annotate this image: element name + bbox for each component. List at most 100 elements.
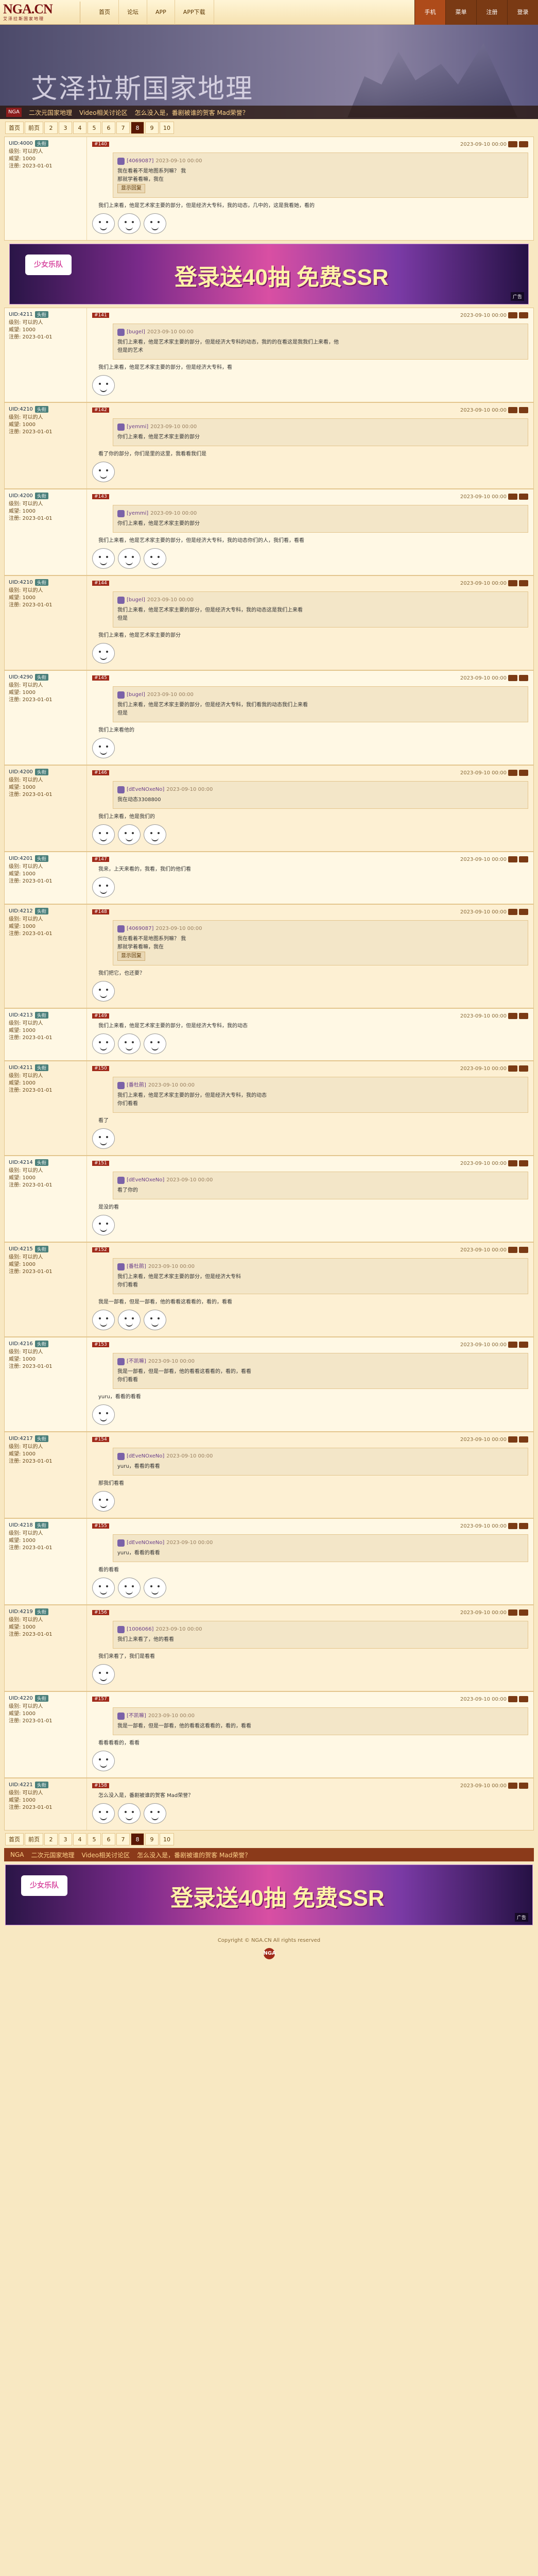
- user-uid[interactable]: UID:4218: [9, 1522, 33, 1528]
- user-uid[interactable]: UID:4216: [9, 1341, 33, 1347]
- pager-page[interactable]: 7: [116, 1833, 130, 1845]
- more-icon[interactable]: [519, 312, 528, 318]
- more-icon[interactable]: [519, 909, 528, 915]
- pager-first[interactable]: 首页: [5, 1833, 24, 1845]
- reply-icon[interactable]: [508, 312, 517, 318]
- pager-first[interactable]: 首页: [5, 122, 24, 134]
- more-icon[interactable]: [519, 141, 528, 147]
- quote-author[interactable]: [dEveNOxeNo]: [127, 1176, 164, 1184]
- quote-author[interactable]: [dEveNOxeNo]: [127, 1452, 164, 1461]
- reply-icon[interactable]: [508, 141, 517, 147]
- user-uid[interactable]: UID:4200: [9, 769, 33, 775]
- reply-icon[interactable]: [508, 1160, 517, 1166]
- quote-author[interactable]: [yemmi]: [127, 510, 148, 518]
- more-icon[interactable]: [519, 494, 528, 500]
- quote-author[interactable]: [bugel]: [127, 328, 145, 336]
- breadcrumb-board[interactable]: 二次元国家地理: [31, 1851, 74, 1859]
- pager-page[interactable]: 3: [59, 122, 72, 134]
- pager-page[interactable]: 6: [102, 122, 115, 134]
- more-icon[interactable]: [519, 407, 528, 413]
- floor-number[interactable]: #148: [92, 909, 109, 914]
- reply-icon[interactable]: [508, 580, 517, 586]
- quote-author[interactable]: [番杜鹃]: [127, 1263, 146, 1271]
- nav-app[interactable]: APP: [147, 0, 175, 25]
- reply-icon[interactable]: [508, 1783, 517, 1789]
- user-uid[interactable]: UID:4219: [9, 1609, 33, 1615]
- more-icon[interactable]: [519, 1065, 528, 1072]
- floor-number[interactable]: #154: [92, 1437, 109, 1442]
- pager-page-current[interactable]: 8: [131, 1833, 144, 1845]
- floor-number[interactable]: #153: [92, 1342, 109, 1347]
- user-uid[interactable]: UID:4220: [9, 1696, 33, 1701]
- floor-number[interactable]: #144: [92, 581, 109, 586]
- user-uid[interactable]: UID:4213: [9, 1012, 33, 1018]
- more-icon[interactable]: [519, 580, 528, 586]
- pager-page[interactable]: 4: [73, 1833, 86, 1845]
- pager-prev[interactable]: 前页: [25, 1833, 43, 1845]
- floor-number[interactable]: #147: [92, 857, 109, 862]
- more-icon[interactable]: [519, 1013, 528, 1019]
- more-icon[interactable]: [519, 1609, 528, 1616]
- floor-number[interactable]: #141: [92, 313, 109, 318]
- reply-icon[interactable]: [508, 675, 517, 681]
- user-uid[interactable]: UID:4211: [9, 1065, 33, 1071]
- user-uid[interactable]: UID:4217: [9, 1436, 33, 1442]
- quote-author[interactable]: [4069087]: [127, 157, 153, 165]
- user-uid[interactable]: UID:4212: [9, 908, 33, 914]
- breadcrumb-sub[interactable]: Video相关讨论区: [79, 108, 128, 117]
- floor-number[interactable]: #140: [92, 142, 109, 147]
- user-uid[interactable]: UID:4201: [9, 856, 33, 861]
- reply-icon[interactable]: [508, 1609, 517, 1616]
- show-reply-button[interactable]: 显示回复: [117, 184, 145, 193]
- nav-mobile[interactable]: 手机: [414, 0, 445, 25]
- breadcrumb-sub[interactable]: Video相关讨论区: [82, 1851, 130, 1859]
- nav-home[interactable]: 首页: [91, 0, 119, 25]
- user-uid[interactable]: UID:4221: [9, 1782, 33, 1788]
- quote-author[interactable]: [dEveNOxeNo]: [127, 1539, 164, 1547]
- floor-number[interactable]: #151: [92, 1161, 109, 1166]
- more-icon[interactable]: [519, 770, 528, 776]
- reply-icon[interactable]: [508, 770, 517, 776]
- reply-icon[interactable]: [508, 1013, 517, 1019]
- nav-register[interactable]: 注册: [476, 0, 507, 25]
- more-icon[interactable]: [519, 1523, 528, 1529]
- pager-page-current[interactable]: 8: [131, 122, 144, 134]
- more-icon[interactable]: [519, 1783, 528, 1789]
- quote-author[interactable]: [bugel]: [127, 691, 145, 699]
- ad-banner-bottom[interactable]: 少女乐队 登录送40抽 免费SSR 广告: [5, 1865, 533, 1925]
- pager-page[interactable]: 2: [44, 122, 58, 134]
- reply-icon[interactable]: [508, 909, 517, 915]
- user-uid[interactable]: UID:4210: [9, 406, 33, 412]
- floor-number[interactable]: #149: [92, 1013, 109, 1019]
- floor-number[interactable]: #146: [92, 770, 109, 775]
- breadcrumb-nga[interactable]: NGA: [6, 108, 22, 117]
- pager-page[interactable]: 10: [160, 122, 174, 134]
- pager-page[interactable]: 6: [102, 1833, 115, 1845]
- floor-number[interactable]: #145: [92, 675, 109, 681]
- reply-icon[interactable]: [508, 1342, 517, 1348]
- floor-number[interactable]: #157: [92, 1697, 109, 1702]
- floor-number[interactable]: #156: [92, 1610, 109, 1615]
- reply-icon[interactable]: [508, 856, 517, 862]
- quote-author[interactable]: [1006066]: [127, 1625, 153, 1634]
- pager-page[interactable]: 9: [145, 122, 159, 134]
- reply-icon[interactable]: [508, 1065, 517, 1072]
- more-icon[interactable]: [519, 675, 528, 681]
- pager-page[interactable]: 3: [59, 1833, 72, 1845]
- nav-app-download[interactable]: APP下载: [175, 0, 214, 25]
- user-uid[interactable]: UID:4214: [9, 1160, 33, 1165]
- nav-forum[interactable]: 论坛: [119, 0, 147, 25]
- breadcrumb-topic[interactable]: 怎么没入是，番剧被谁的贺客 Mad荣誉？: [137, 1851, 251, 1859]
- user-uid[interactable]: UID:4211: [9, 312, 33, 317]
- show-reply-button[interactable]: 显示回复: [117, 952, 145, 961]
- user-uid[interactable]: UID:4200: [9, 493, 33, 499]
- quote-author[interactable]: [yemmi]: [127, 423, 148, 431]
- more-icon[interactable]: [519, 856, 528, 862]
- floor-number[interactable]: #155: [92, 1523, 109, 1529]
- ad-banner-top[interactable]: 少女乐队 登录送40抽 免费SSR 广告: [9, 244, 529, 304]
- floor-number[interactable]: #143: [92, 494, 109, 499]
- user-uid[interactable]: UID:4000: [9, 141, 33, 146]
- pager-page[interactable]: 2: [44, 1833, 58, 1845]
- quote-author[interactable]: [4069087]: [127, 925, 153, 933]
- nav-login[interactable]: 登录: [507, 0, 538, 25]
